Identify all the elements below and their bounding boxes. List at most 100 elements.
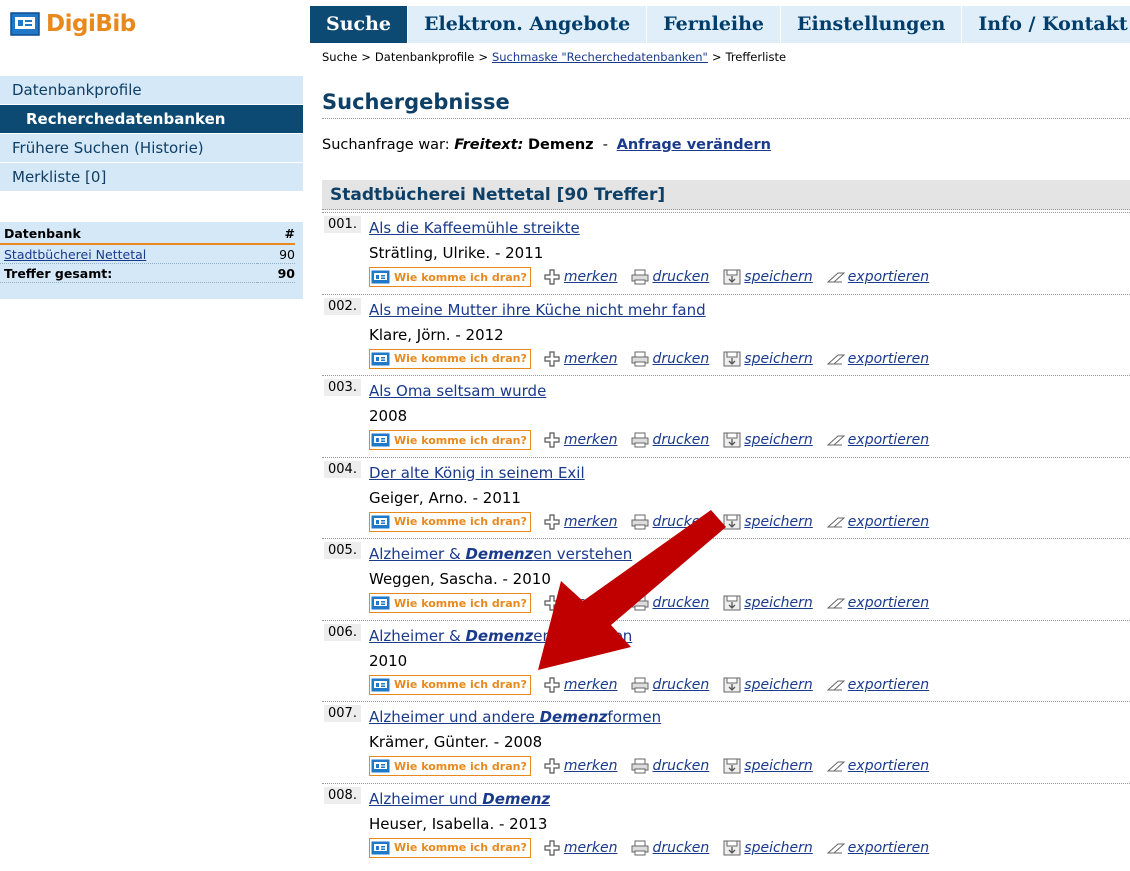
title-part: Als meine Mutter ihre Küche nicht mehr f… — [369, 300, 706, 319]
speichern-link[interactable]: speichern — [723, 269, 813, 285]
wie-komme-ich-dran-button[interactable]: Wie komme ich dran? — [369, 837, 531, 858]
export-icon — [826, 680, 845, 690]
exportieren-label: exportieren — [847, 269, 930, 285]
exportieren-link[interactable]: exportieren — [826, 351, 929, 367]
exportieren-link[interactable]: exportieren — [826, 432, 929, 448]
print-icon — [631, 758, 649, 774]
result-title-link[interactable]: Als die Kaffeemühle streikte — [369, 219, 580, 237]
exportieren-link[interactable]: exportieren — [826, 840, 929, 856]
digibib-small-icon — [371, 841, 390, 854]
title-part: Als Oma seltsam wurde — [369, 382, 547, 400]
table-row-total: Treffer gesamt: 90 — [0, 263, 295, 283]
print-icon — [631, 432, 649, 448]
result-actions: Wie komme ich dran? merken drucken speicher… — [369, 837, 943, 858]
speichern-link[interactable]: speichern — [723, 677, 813, 693]
exportieren-label: exportieren — [847, 758, 930, 774]
merken-link[interactable]: merken — [543, 758, 617, 774]
merken-label: merken — [563, 269, 618, 285]
list-item: 007. Alzheimer und andere Demenzformen Krä… — [322, 701, 1130, 784]
wie-komme-ich-dran-button[interactable]: Wie komme ich dran? — [369, 267, 531, 287]
count-column-header: # — [257, 225, 295, 245]
tab-elektron-angebote[interactable]: Elektron. Angebote — [408, 6, 647, 43]
db-link-stadtbuecherei[interactable]: Stadtbücherei Nettetal — [4, 247, 146, 262]
exportieren-link[interactable]: exportieren — [826, 595, 929, 611]
exportieren-link[interactable]: exportieren — [826, 758, 930, 774]
merken-link[interactable]: merken — [543, 840, 617, 856]
sidebar-item-historie[interactable]: Frühere Suchen (Historie) — [0, 134, 303, 162]
title-part: Als die Kaffeemühle streikte — [369, 219, 580, 237]
drucken-link[interactable]: drucken — [631, 595, 709, 611]
exportieren-link[interactable]: exportieren — [826, 514, 929, 530]
drucken-link[interactable]: drucken — [631, 432, 709, 448]
result-author: Geiger, Arno. - 2011 — [369, 488, 521, 507]
drucken-link[interactable]: drucken — [631, 677, 709, 693]
database-table: Datenbank # Stadtbücherei Nettetal 90 Tr… — [0, 222, 303, 299]
list-item: 001. Als die Kaffeemühle streikte Strätlin… — [322, 212, 1130, 295]
export-icon — [826, 517, 845, 527]
speichern-link[interactable]: speichern — [723, 595, 813, 611]
result-title-link[interactable]: Als Oma seltsam wurde — [369, 382, 546, 400]
wie-komme-ich-dran-button[interactable]: Wie komme ich dran? — [369, 348, 531, 369]
drucken-link[interactable]: drucken — [631, 758, 709, 774]
wie-komme-ich-dran-button[interactable]: Wie komme ich dran? — [369, 430, 531, 450]
breadcrumb: Suche > Datenbankprofile > Suchmaske "Recher… — [322, 50, 786, 64]
export-icon — [826, 843, 845, 853]
change-query-link[interactable]: Anfrage verändern — [617, 137, 771, 153]
merken-label: merken — [563, 513, 618, 530]
drucken-link[interactable]: drucken — [631, 514, 709, 530]
result-title-link[interactable]: Alzheimer & Demenzen verstehen — [369, 545, 632, 563]
result-title-link[interactable]: Alzheimer und Demenz — [369, 790, 550, 808]
sidebar-item-merkliste[interactable]: Merkliste [0] — [0, 163, 303, 191]
title-highlight: Demenz — [482, 789, 551, 808]
save-icon — [723, 514, 741, 529]
wie-komme-ich-dran-button[interactable]: Wie komme ich dran? — [369, 756, 531, 776]
wie-komme-ich-dran-button[interactable]: Wie komme ich dran? — [369, 593, 531, 613]
export-icon — [826, 761, 845, 772]
merken-link[interactable]: merken — [543, 269, 618, 285]
sidebar-item-recherchedatenbanken[interactable]: Recherchedatenbanken — [0, 105, 303, 133]
save-icon — [723, 269, 741, 285]
drucken-label: drucken — [652, 350, 710, 367]
speichern-link[interactable]: speichern — [723, 758, 813, 774]
result-title-link[interactable]: Alzheimer und andere Demenzformen — [369, 708, 661, 726]
drucken-link[interactable]: drucken — [631, 840, 709, 856]
list-item: 005. Alzheimer & Demenzen verstehen Weggen… — [322, 538, 1130, 621]
print-icon — [631, 840, 649, 855]
digibib-small-icon — [371, 759, 390, 773]
sidebar-item-datenbankprofile[interactable]: Datenbankprofile — [0, 76, 303, 104]
result-actions: Wie komme ich dran? merken drucken speicher… — [369, 511, 943, 532]
drucken-link[interactable]: drucken — [631, 269, 709, 285]
speichern-link[interactable]: speichern — [723, 432, 813, 448]
exportieren-link[interactable]: exportieren — [826, 677, 929, 693]
exportieren-link[interactable]: exportieren — [826, 269, 930, 285]
breadcrumb-suchmaske-link[interactable]: Suchmaske "Recherchedatenbanken" — [492, 50, 708, 64]
result-title-link[interactable]: Als meine Mutter ihre Küche nicht mehr f… — [369, 301, 706, 319]
wie-label: Wie komme ich dran? — [394, 678, 527, 691]
wie-komme-ich-dran-button[interactable]: Wie komme ich dran? — [369, 674, 531, 695]
speichern-link[interactable]: speichern — [723, 840, 813, 856]
result-title-link[interactable]: Alzheimer & Demenzen verstehen — [369, 627, 632, 645]
title-part: Der alte König in seinem Exil — [369, 463, 585, 482]
drucken-label: drucken — [652, 595, 710, 611]
tab-einstellungen[interactable]: Einstellungen — [781, 6, 962, 43]
merken-link[interactable]: merken — [543, 677, 617, 693]
result-title-link[interactable]: Der alte König in seinem Exil — [369, 464, 585, 482]
merken-link[interactable]: merken — [543, 351, 617, 367]
digibib-logo[interactable]: DigiBib — [10, 8, 136, 40]
plus-icon — [544, 513, 560, 530]
speichern-link[interactable]: speichern — [723, 514, 813, 530]
tab-info-kontakt[interactable]: Info / Kontakt — [962, 6, 1130, 43]
merken-link[interactable]: merken — [543, 513, 618, 530]
merken-link[interactable]: merken — [543, 432, 617, 448]
speichern-link[interactable]: speichern — [723, 351, 813, 367]
tab-suche[interactable]: Suche — [310, 6, 408, 43]
wie-komme-ich-dran-button[interactable]: Wie komme ich dran? — [369, 511, 531, 532]
drucken-link[interactable]: drucken — [631, 351, 709, 367]
title-part: Alzheimer und andere — [369, 708, 540, 726]
plus-icon — [544, 595, 560, 611]
total-label: Treffer gesamt: — [0, 263, 258, 283]
tab-fernleihe[interactable]: Fernleihe — [647, 6, 781, 43]
merken-link[interactable]: merken — [543, 595, 617, 611]
result-author: Krämer, Günter. - 2008 — [369, 733, 543, 751]
list-item: 003. Als Oma seltsam wurde 2008 Wie komme i… — [322, 375, 1130, 458]
